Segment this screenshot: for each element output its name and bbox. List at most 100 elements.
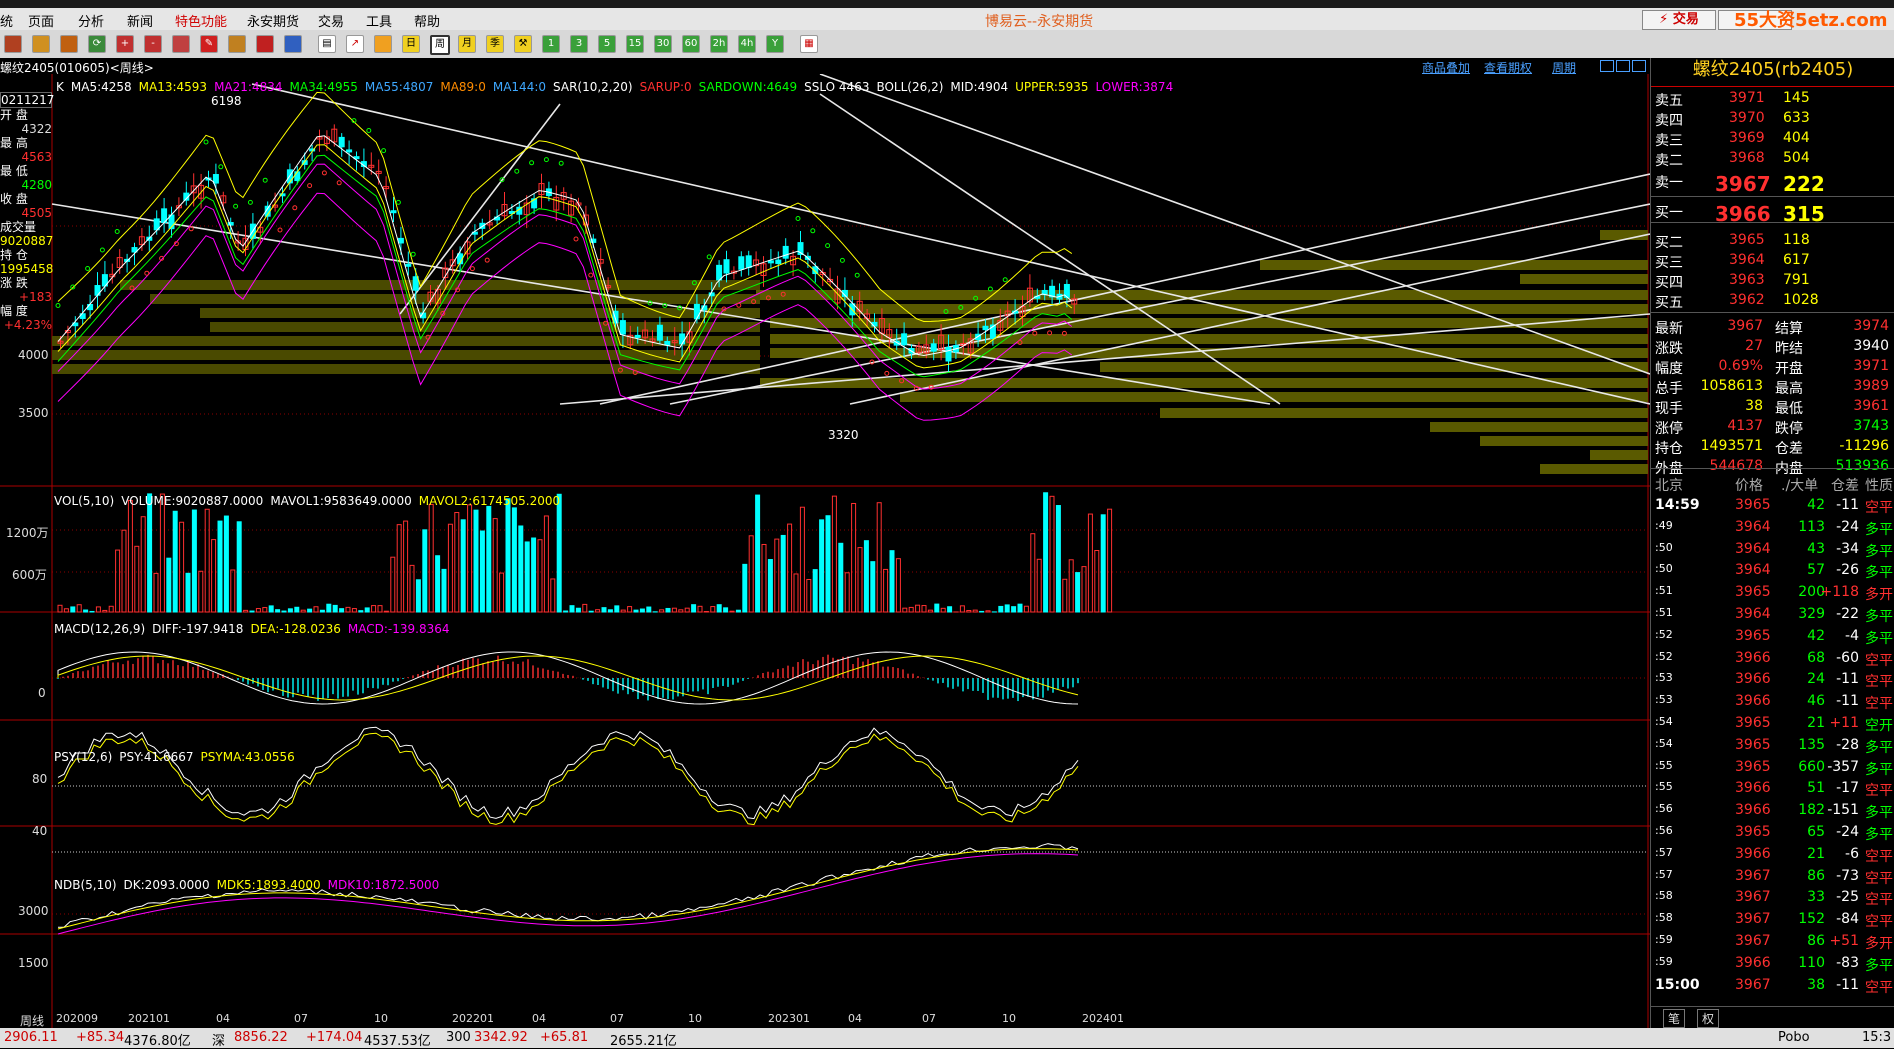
tick-row[interactable]: :52396668-60空平 bbox=[1651, 647, 1894, 669]
order-book-row[interactable]: 卖二3968504 bbox=[1651, 148, 1894, 168]
tick-row[interactable]: :513964329-22多平 bbox=[1651, 603, 1894, 625]
sar-dot bbox=[796, 217, 800, 221]
magnet-icon[interactable] bbox=[228, 35, 246, 53]
vol-legend-item: MAVOL1:9583649.0000 bbox=[270, 494, 411, 508]
folder-icon[interactable] bbox=[32, 35, 50, 53]
volume-bar bbox=[820, 520, 824, 612]
menu-tools[interactable]: 工具 bbox=[366, 11, 392, 30]
tools-icon[interactable]: ⚒ bbox=[514, 35, 532, 53]
period-y-button[interactable]: Y bbox=[766, 35, 784, 53]
tick-row[interactable]: 15:00396738-11空平 bbox=[1651, 974, 1894, 996]
month-period-icon[interactable]: 月 bbox=[458, 35, 476, 53]
order-book-row[interactable]: 买一3966315 bbox=[1651, 200, 1894, 220]
tick-row[interactable]: :55396651-17空平 bbox=[1651, 777, 1894, 799]
day-period-icon[interactable]: 日 bbox=[402, 35, 420, 53]
tick-row[interactable]: :58396733-25空平 bbox=[1651, 886, 1894, 908]
order-book-row[interactable]: 买五39621028 bbox=[1651, 290, 1894, 310]
tick-row[interactable]: :50396443-34多平 bbox=[1651, 538, 1894, 560]
main-legend-item: LOWER:3874 bbox=[1096, 80, 1174, 94]
table-icon[interactable]: ▤ bbox=[318, 35, 336, 53]
layout-alt-icon[interactable] bbox=[1616, 60, 1630, 72]
tick-row[interactable]: :53396624-11空平 bbox=[1651, 668, 1894, 690]
period-15-button[interactable]: 15 bbox=[626, 35, 644, 53]
save-icon[interactable] bbox=[60, 35, 78, 53]
line-chart-icon[interactable]: ↗ bbox=[346, 35, 364, 53]
tick-icon[interactable] bbox=[374, 35, 392, 53]
zoom-out-icon[interactable]: - bbox=[144, 35, 162, 53]
cup-icon[interactable] bbox=[256, 35, 274, 53]
tick-row[interactable]: :59396786+51多开 bbox=[1651, 930, 1894, 952]
period-3-button[interactable]: 3 bbox=[570, 35, 588, 53]
tick-row[interactable]: 14:59396542-11空平 bbox=[1651, 494, 1894, 516]
tick-row[interactable]: :50396457-26多平 bbox=[1651, 559, 1894, 581]
menu-analysis[interactable]: 分析 bbox=[78, 11, 104, 30]
period-2h-button[interactable]: 2h bbox=[710, 35, 728, 53]
home-icon[interactable] bbox=[4, 35, 22, 53]
tab-ticks[interactable]: 笔 bbox=[1663, 1009, 1685, 1028]
volume-profile-bar bbox=[1540, 464, 1648, 474]
tick-row[interactable]: :543965135-28多平 bbox=[1651, 734, 1894, 756]
network-icon[interactable] bbox=[284, 35, 302, 53]
zoom-in-icon[interactable]: + bbox=[116, 35, 134, 53]
tick-row[interactable]: :57396621-6空平 bbox=[1651, 843, 1894, 865]
order-book-row[interactable]: 买二3965118 bbox=[1651, 230, 1894, 250]
volume-bar bbox=[628, 607, 632, 612]
candlestick bbox=[665, 341, 670, 345]
trade-button[interactable]: ⚡ 交易 bbox=[1642, 10, 1716, 30]
tick-row[interactable]: :563966182-151多平 bbox=[1651, 799, 1894, 821]
quote-stat-value: 3974 bbox=[1853, 318, 1889, 334]
status-bar-item: 3342.92 bbox=[474, 1030, 528, 1045]
maximize-icon[interactable] bbox=[1632, 60, 1646, 72]
period-5-button[interactable]: 5 bbox=[598, 35, 616, 53]
layout-icon[interactable] bbox=[1600, 60, 1614, 72]
candlestick bbox=[902, 334, 907, 345]
period-4h-button[interactable]: 4h bbox=[738, 35, 756, 53]
tick-row[interactable]: :583967152-84空平 bbox=[1651, 908, 1894, 930]
pen-icon[interactable]: ✎ bbox=[200, 35, 218, 53]
tick-row[interactable]: :513965200+118多开 bbox=[1651, 581, 1894, 603]
menu-news[interactable]: 新闻 bbox=[127, 11, 153, 30]
menu-page[interactable]: 页面 bbox=[28, 11, 54, 30]
period-60-button[interactable]: 60 bbox=[682, 35, 700, 53]
order-book-row[interactable]: 卖一3967222 bbox=[1651, 170, 1894, 190]
tick-row[interactable]: :54396521+11空开 bbox=[1651, 712, 1894, 734]
menu-features[interactable]: 特色功能 bbox=[175, 11, 227, 30]
tick-cell: 多平 bbox=[1865, 562, 1893, 582]
tick-cell: 空平 bbox=[1865, 846, 1893, 866]
volume-bar bbox=[154, 573, 158, 612]
sar-dot bbox=[411, 252, 415, 256]
menu-trade[interactable]: 交易 bbox=[318, 11, 344, 30]
order-book-row[interactable]: 买四3963791 bbox=[1651, 270, 1894, 290]
quarter-period-icon[interactable]: 季 bbox=[486, 35, 504, 53]
order-book-row[interactable]: 买三3964617 bbox=[1651, 250, 1894, 270]
volume-bar bbox=[167, 558, 171, 612]
ndb-legend-item: DK:2093.0000 bbox=[124, 878, 210, 892]
tick-row[interactable]: :57396786-73空平 bbox=[1651, 865, 1894, 887]
order-book-label: 卖三 bbox=[1655, 130, 1683, 150]
week-period-icon[interactable]: 周 bbox=[430, 35, 450, 55]
menu-yongan[interactable]: 永安期货 bbox=[247, 11, 299, 30]
tick-row[interactable]: :593966110-83多平 bbox=[1651, 952, 1894, 974]
tick-row[interactable]: :56396565-24多平 bbox=[1651, 821, 1894, 843]
tab-rights[interactable]: 权 bbox=[1697, 1009, 1719, 1028]
window-icon[interactable] bbox=[172, 35, 190, 53]
tick-row[interactable]: :53396646-11空平 bbox=[1651, 690, 1894, 712]
tick-row[interactable]: :493964113-24多平 bbox=[1651, 516, 1894, 538]
order-book-row[interactable]: 卖四3970633 bbox=[1651, 108, 1894, 128]
period-30-button[interactable]: 30 bbox=[654, 35, 672, 53]
order-book-row[interactable]: 卖三3969404 bbox=[1651, 128, 1894, 148]
quote-stat-value: 4137 bbox=[1727, 418, 1763, 434]
volume-bar bbox=[935, 604, 939, 612]
tick-cell: +51 bbox=[1829, 933, 1859, 949]
tick-row[interactable]: :52396542-4多平 bbox=[1651, 625, 1894, 647]
tick-row[interactable]: :553965660-357多平 bbox=[1651, 756, 1894, 778]
order-book-row[interactable]: 卖五3971145 bbox=[1651, 88, 1894, 108]
refresh-icon[interactable]: ⟳ bbox=[88, 35, 106, 53]
menu-help[interactable]: 帮助 bbox=[414, 11, 440, 30]
volume-bar bbox=[314, 607, 318, 612]
tick-cell: :51 bbox=[1655, 584, 1673, 597]
volume-bar bbox=[896, 559, 900, 612]
menu-system[interactable]: 统 bbox=[0, 11, 13, 30]
calendar-icon[interactable]: ▦ bbox=[800, 35, 818, 53]
period-1-button[interactable]: 1 bbox=[542, 35, 560, 53]
